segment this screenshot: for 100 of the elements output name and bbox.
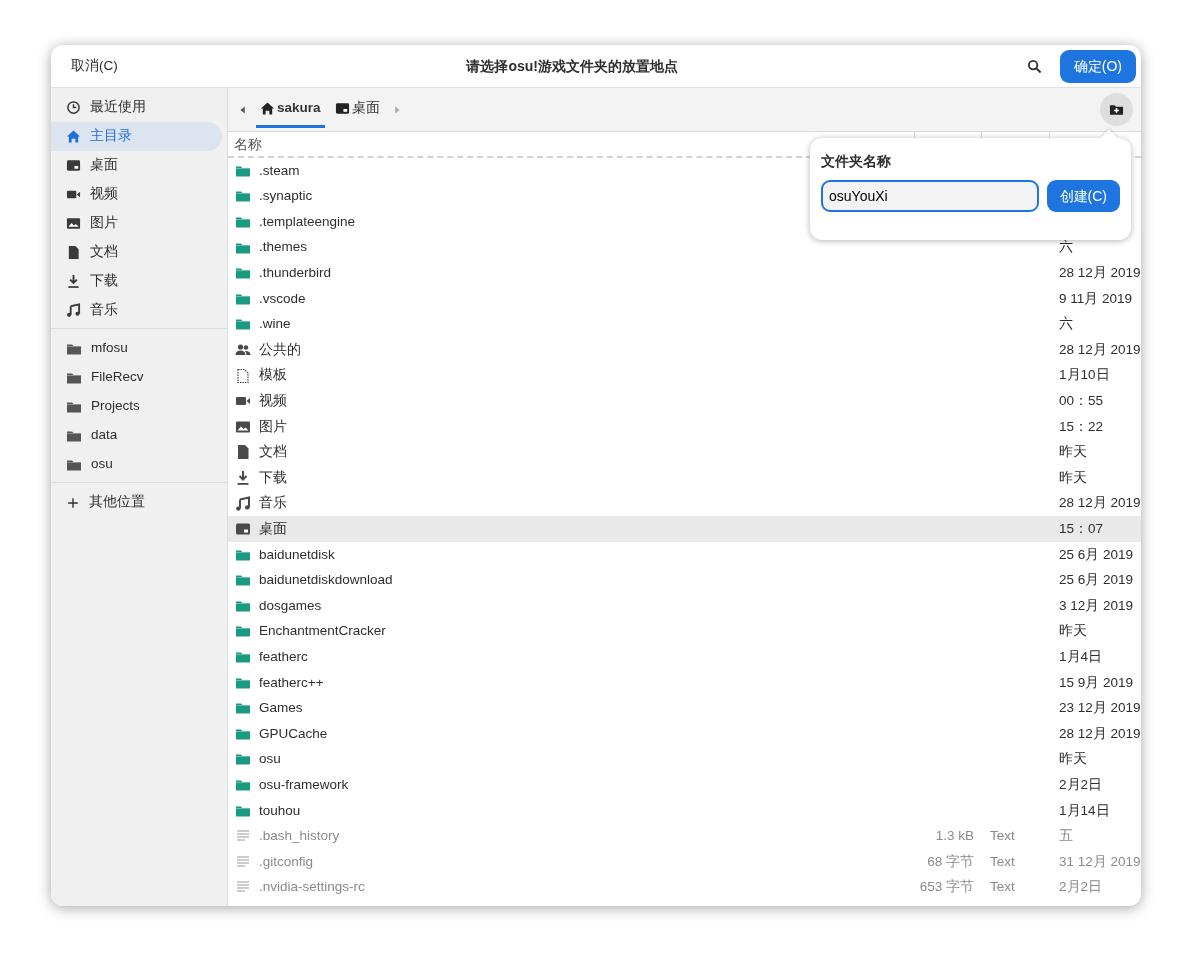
modified-date: 六 bbox=[1059, 239, 1073, 255]
file-name: touhou bbox=[259, 801, 301, 820]
file-size: 653 字节 bbox=[919, 879, 974, 895]
path-segment[interactable]: sakura bbox=[256, 91, 325, 128]
file-name: .bash_history bbox=[259, 827, 340, 846]
modified-date: 28 12月 2019 bbox=[1059, 265, 1141, 281]
file-name: .wine bbox=[259, 315, 291, 334]
download-icon bbox=[66, 274, 81, 289]
file-name: 下载 bbox=[259, 468, 287, 487]
file-name: osu-framework bbox=[259, 775, 349, 794]
file-name: .themes bbox=[259, 238, 308, 257]
modified-date: 昨天 bbox=[1059, 444, 1087, 460]
file-name: 模板 bbox=[259, 366, 287, 385]
file-name: baidunetdisk bbox=[259, 545, 335, 564]
modified-date: 9 11月 2019 bbox=[1059, 290, 1133, 306]
folder-name-field[interactable]: osuYouXi bbox=[821, 180, 1039, 212]
cancel-button[interactable]: 取消(C) bbox=[71, 55, 118, 77]
sidebar-item[interactable]: Projects bbox=[51, 392, 222, 421]
file-name: baidunetdiskdownload bbox=[259, 571, 393, 590]
sidebar-item[interactable]: 文档 bbox=[51, 238, 222, 267]
people-icon bbox=[235, 341, 251, 358]
path-segment[interactable]: 桌面 bbox=[330, 91, 384, 128]
sidebar-item[interactable]: 下载 bbox=[51, 267, 222, 296]
file-name: 图片 bbox=[259, 417, 287, 436]
download-icon bbox=[235, 469, 251, 486]
home-icon bbox=[260, 100, 275, 116]
file-name: dosgames bbox=[259, 596, 322, 615]
file-name: EnchantmentCracker bbox=[259, 622, 386, 641]
modified-date: 00：55 bbox=[1059, 393, 1104, 408]
file-name: osu bbox=[259, 750, 281, 769]
document-icon bbox=[66, 245, 81, 260]
modified-date: 15 9月 2019 bbox=[1059, 674, 1134, 690]
column-heading[interactable]: 名称 bbox=[234, 137, 262, 152]
picture-icon bbox=[66, 216, 81, 231]
file-size: 1.3 kB bbox=[935, 828, 974, 844]
file-name: GPUCache bbox=[259, 724, 328, 743]
sidebar-item[interactable]: 最近使用 bbox=[51, 93, 222, 122]
home-icon bbox=[66, 129, 81, 144]
modified-date: 2月2日 bbox=[1059, 879, 1103, 895]
modified-date: 2月2日 bbox=[1059, 776, 1103, 792]
file-name: featherc++ bbox=[259, 673, 324, 692]
sidebar-item[interactable]: 视频 bbox=[51, 180, 222, 209]
text-file-icon bbox=[235, 853, 251, 870]
modified-date: 昨天 bbox=[1059, 623, 1087, 639]
file-type: Text bbox=[990, 853, 1015, 869]
sidebar-item[interactable]: FileRecv bbox=[51, 363, 222, 392]
modified-date: 31 12月 2019 bbox=[1059, 853, 1141, 869]
file-name: .thunderbird bbox=[259, 264, 332, 283]
desktop-icon bbox=[235, 521, 251, 538]
modified-date: 昨天 bbox=[1059, 469, 1087, 485]
sidebar-item[interactable]: osu bbox=[51, 450, 222, 479]
plus-icon bbox=[66, 495, 80, 510]
modified-date: 六 bbox=[1059, 316, 1073, 332]
new-folder-button[interactable] bbox=[1100, 93, 1133, 126]
file-name: .synaptic bbox=[259, 187, 313, 206]
window-title: 请选择osu!游戏文件夹的放置地点 bbox=[465, 56, 680, 76]
template-icon bbox=[235, 367, 251, 384]
file-name: 音乐 bbox=[259, 494, 287, 513]
modified-date: 28 12月 2019 bbox=[1059, 495, 1141, 511]
desktop-icon bbox=[334, 100, 350, 116]
music-note-icon bbox=[235, 495, 251, 512]
modified-date: 1月14日 bbox=[1059, 802, 1110, 818]
file-type: Text bbox=[990, 828, 1015, 844]
file-name: .gitconfig bbox=[259, 852, 314, 871]
modified-date: 25 6月 2019 bbox=[1059, 546, 1134, 562]
modified-date: 15：07 bbox=[1059, 521, 1104, 536]
modified-date: 五 bbox=[1059, 828, 1073, 844]
create-button[interactable]: 创建(C) bbox=[1046, 180, 1120, 212]
sidebar-item[interactable]: data bbox=[51, 421, 222, 450]
sidebar-item[interactable]: 主目录 bbox=[51, 122, 222, 151]
modified-date: 28 12月 2019 bbox=[1059, 725, 1141, 741]
field-label: 文件夹名称 bbox=[821, 152, 892, 171]
modified-date: 3 12月 2019 bbox=[1059, 597, 1134, 613]
file-name: .steam bbox=[259, 161, 300, 180]
modified-date: 15：22 bbox=[1059, 418, 1104, 434]
clock-icon bbox=[66, 100, 81, 115]
modified-date: 1月10日 bbox=[1059, 367, 1110, 383]
sidebar-item[interactable]: 音乐 bbox=[51, 296, 222, 325]
document-icon bbox=[235, 444, 251, 461]
desktop-icon bbox=[66, 158, 81, 173]
file-name: Games bbox=[259, 699, 303, 718]
sidebar-item[interactable]: 其他位置 bbox=[51, 488, 222, 517]
new-folder-icon bbox=[1109, 102, 1124, 117]
file-type: Text bbox=[990, 879, 1015, 895]
file-name: .templateengine bbox=[259, 212, 356, 231]
modified-date: 昨天 bbox=[1059, 751, 1087, 767]
confirm-button[interactable]: 确定(O) bbox=[1059, 49, 1136, 83]
modified-date: 23 12月 2019 bbox=[1059, 700, 1141, 716]
search-icon[interactable] bbox=[1026, 58, 1042, 74]
file-name: 公共的 bbox=[259, 340, 301, 359]
file-name: .nvidia-settings-rc bbox=[259, 878, 365, 897]
modified-date: 25 6月 2019 bbox=[1059, 572, 1134, 588]
file-name: 文档 bbox=[259, 443, 287, 462]
sidebar-item[interactable]: mfosu bbox=[51, 334, 222, 363]
file-row[interactable]: 桌面 15：07 bbox=[228, 516, 1141, 542]
sidebar-item[interactable]: 图片 bbox=[51, 209, 222, 238]
modified-date: 28 12月 2019 bbox=[1059, 341, 1141, 357]
sidebar-item[interactable]: 桌面 bbox=[51, 151, 222, 180]
file-name: 视频 bbox=[259, 392, 287, 410]
music-note-icon bbox=[66, 303, 81, 318]
